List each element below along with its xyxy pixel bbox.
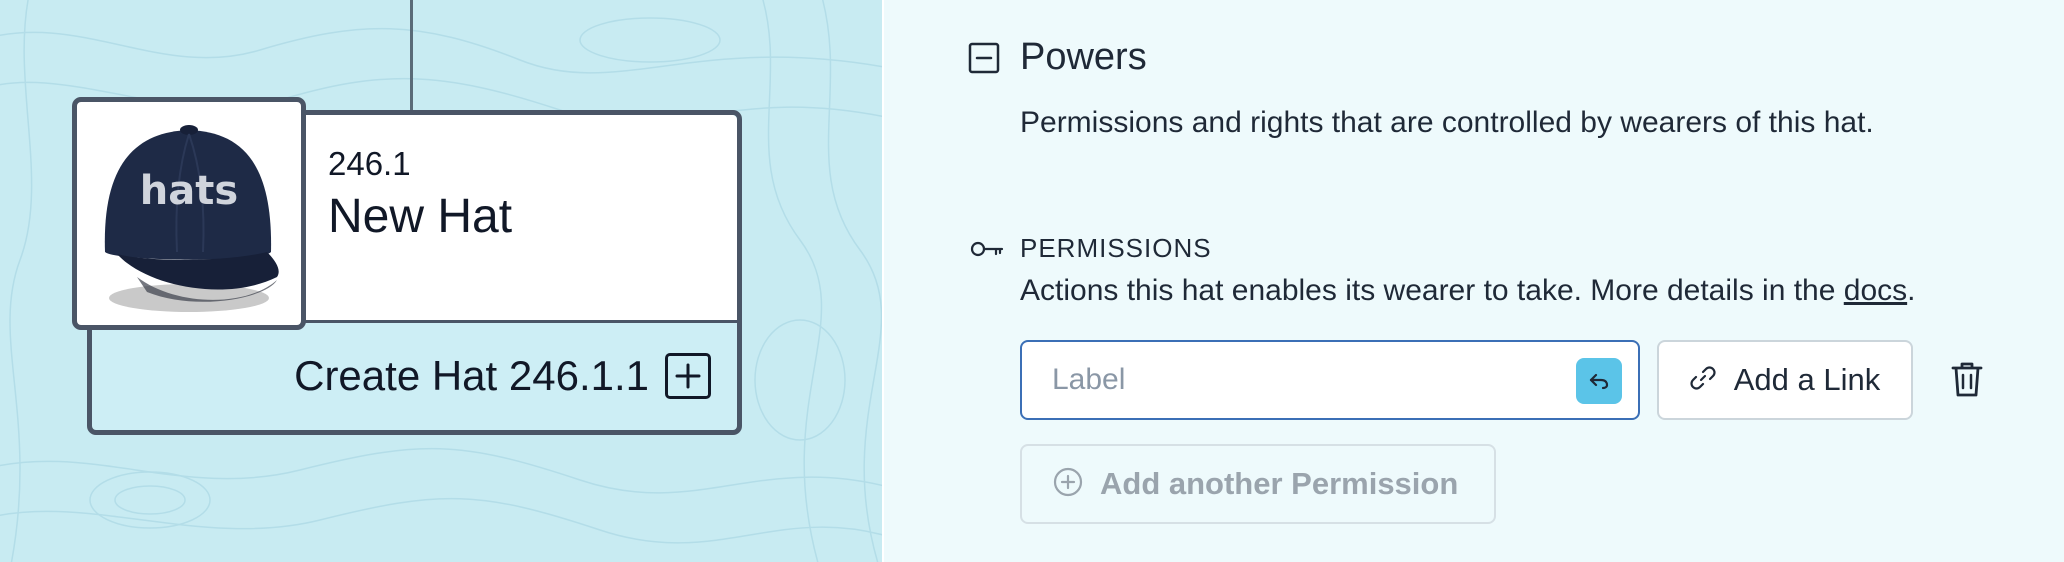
- create-hat-label: Create Hat 246.1.1: [294, 352, 649, 399]
- permissions-heading: PERMISSIONS: [1020, 233, 1212, 263]
- link-icon: [1690, 365, 1716, 396]
- section-description: Permissions and rights that are controll…: [1020, 106, 1874, 139]
- docs-link[interactable]: docs: [1844, 274, 1907, 307]
- hat-logo-text: hats: [140, 168, 238, 214]
- hat-image: hats: [72, 97, 306, 330]
- permissions-description-text: Actions this hat enables its wearer to t…: [1020, 274, 1844, 307]
- add-another-permission-button[interactable]: Add another Permission: [1020, 444, 1496, 524]
- hat-name: New Hat: [328, 190, 513, 243]
- add-link-button[interactable]: Add a Link: [1657, 340, 1913, 420]
- plus-icon: [665, 353, 711, 399]
- permissions-description-suffix: .: [1907, 274, 1916, 307]
- permission-label-field[interactable]: [1020, 340, 1640, 420]
- trash-icon[interactable]: [1950, 360, 1990, 402]
- tree-connector-line: [410, 0, 413, 110]
- key-icon: [970, 238, 1004, 265]
- add-another-permission-label: Add another Permission: [1100, 466, 1459, 501]
- permission-label-input[interactable]: [1052, 360, 1532, 400]
- hat-tree-canvas[interactable]: 246.1 New Hat Create Hat 246.1.1 hats: [0, 0, 882, 562]
- plus-circle-icon: [1052, 466, 1084, 503]
- section-title: Powers: [1020, 36, 1147, 78]
- collapse-minus-icon[interactable]: [968, 42, 1000, 79]
- add-link-label: Add a Link: [1733, 362, 1881, 397]
- permissions-description: Actions this hat enables its wearer to t…: [1020, 274, 1915, 308]
- create-child-hat-button[interactable]: Create Hat 246.1.1: [294, 352, 711, 400]
- undo-icon[interactable]: [1576, 358, 1622, 404]
- hat-id: 246.1: [328, 145, 411, 182]
